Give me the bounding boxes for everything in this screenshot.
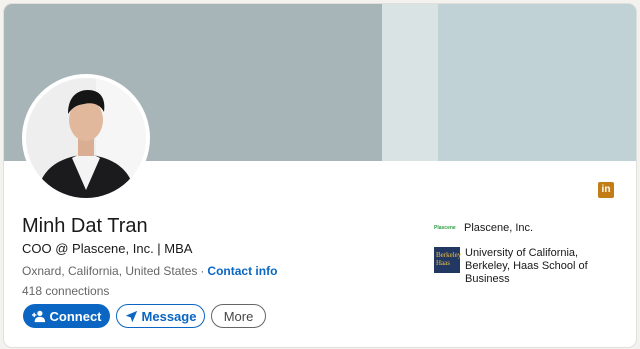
school-name: University of California, Berkeley, Haas…: [465, 247, 588, 285]
profile-photo-image: [26, 78, 146, 198]
message-button-label: Message: [141, 308, 197, 324]
company-logo: Plascene: [434, 225, 456, 231]
more-button[interactable]: More: [211, 304, 266, 328]
contact-info-link[interactable]: Contact info: [207, 264, 277, 278]
add-person-icon: [31, 309, 46, 323]
send-icon: [125, 310, 138, 323]
profile-photo[interactable]: [22, 74, 150, 202]
linkedin-icon[interactable]: in: [598, 182, 614, 198]
current-company[interactable]: Plascene Plascene, Inc.: [434, 222, 533, 234]
location-row: Oxnard, California, United States · Contac…: [22, 264, 277, 278]
profile-location: Oxnard, California, United States: [22, 264, 198, 278]
company-name: Plascene, Inc.: [464, 222, 534, 234]
connect-button[interactable]: Connect: [23, 304, 110, 328]
more-button-label: More: [223, 308, 254, 324]
message-button[interactable]: Message: [116, 304, 205, 328]
education-school[interactable]: Berkeley Haas University of California, …: [434, 247, 595, 286]
connect-button-label: Connect: [49, 308, 102, 324]
profile-headline: COO @ Plascene, Inc. | MBA: [22, 241, 193, 256]
school-logo: Berkeley Haas: [434, 247, 461, 273]
banner-panel: [438, 4, 636, 161]
location-separator: ·: [200, 264, 205, 278]
connections-count[interactable]: 418 connections: [22, 284, 109, 298]
profile-card: in Minh Dat Tran COO @ Plascene, Inc. | …: [4, 4, 636, 347]
profile-name: Minh Dat Tran: [22, 215, 148, 237]
